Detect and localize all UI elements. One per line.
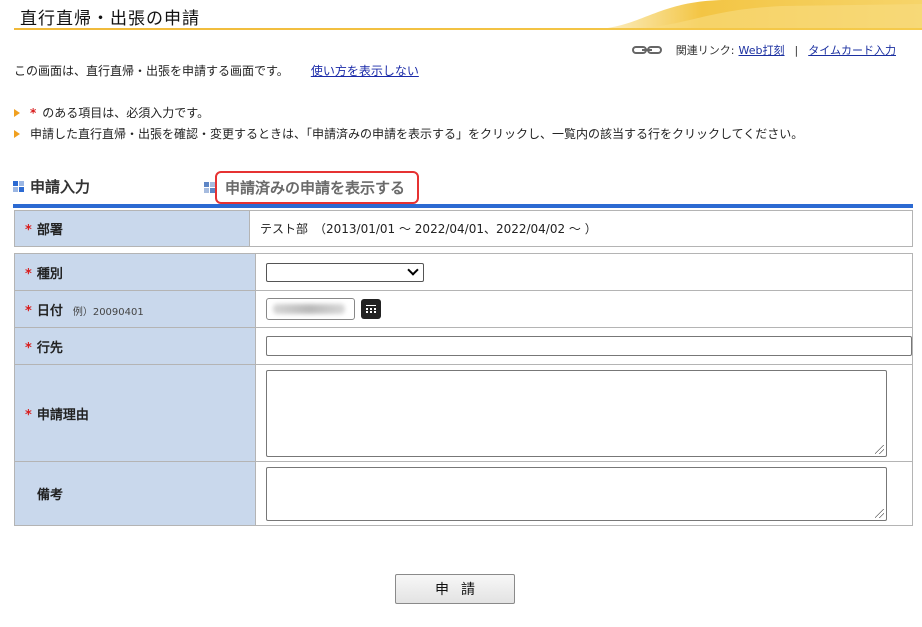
bullet-triangle-icon (14, 129, 20, 138)
bullet-triangle-icon (14, 108, 20, 117)
date-label: 日付 (36, 303, 63, 319)
chain-link-icon (631, 46, 662, 54)
remarks-row: 備考 (14, 461, 913, 526)
remarks-value-cell (255, 461, 913, 526)
reason-textarea[interactable] (266, 369, 887, 457)
destination-input[interactable] (266, 336, 912, 356)
required-mark: * (25, 223, 32, 238)
date-example: 例）20090401 (72, 306, 144, 318)
tab-grid-icon (13, 180, 24, 192)
destination-row: * 行先 (14, 327, 913, 365)
tab-show-submitted-label: 申請済みの申請を表示する (215, 171, 420, 204)
department-label-cell: * 部署 (14, 210, 250, 247)
resize-grip-icon[interactable] (875, 508, 884, 518)
intro-line: この画面は、直行直帰・出張を申請する画面です。 使い方を表示しない (14, 62, 419, 79)
required-mark: * (25, 407, 32, 423)
department-table: * 部署 テスト部 （2013/01/01 ～ 2022/04/01、2022/0… (14, 210, 913, 247)
remarks-label-cell: 備考 (14, 461, 256, 526)
hide-help-link[interactable]: 使い方を表示しない (311, 64, 419, 78)
note-required-text: のある項目は、必須入力です。 (42, 106, 210, 120)
destination-label: 行先 (36, 340, 63, 356)
destination-label-cell: * 行先 (14, 327, 256, 365)
submit-button[interactable]: 申請 (395, 574, 515, 604)
header-underline (14, 28, 922, 30)
tab-underline-bar (13, 204, 913, 208)
required-mark: * (25, 266, 32, 282)
tab-application-input-label: 申請入力 (30, 178, 91, 196)
type-select[interactable] (266, 262, 424, 282)
reason-label: 申請理由 (36, 407, 89, 423)
remarks-textarea[interactable] (266, 466, 887, 521)
date-value-cell (255, 290, 913, 328)
reason-value-cell (255, 364, 913, 462)
page-header: 直行直帰・出張の申請 (14, 0, 922, 31)
note-view-submitted: 申請した直行直帰・出張を確認・変更するときは、「申請済みの申請を表示する」をクリ… (14, 125, 803, 142)
type-label-cell: * 種別 (14, 253, 256, 291)
date-label-cell: * 日付 例）20090401 (14, 290, 256, 328)
reason-row: * 申請理由 (14, 364, 913, 462)
required-mark: * (25, 340, 32, 356)
header-swoosh-decoration (582, 0, 922, 30)
related-links: 関連リンク: Web打刻 | タイムカード入力 (631, 42, 896, 58)
tab-show-submitted[interactable]: 申請済みの申請を表示する (204, 171, 420, 204)
tab-application-input[interactable]: 申請入力 (13, 176, 90, 197)
note-view-submitted-text: 申請した直行直帰・出張を確認・変更するときは、「申請済みの申請を表示する」をクリ… (30, 127, 804, 141)
page-title: 直行直帰・出張の申請 (20, 9, 200, 29)
type-row: * 種別 (14, 253, 913, 291)
destination-value-cell (255, 327, 913, 365)
resize-grip-icon[interactable] (875, 444, 884, 454)
type-label: 種別 (36, 266, 63, 282)
note-required: * のある項目は、必須入力です。 (14, 104, 209, 121)
department-value: テスト部 （2013/01/01 ～ 2022/04/01、2022/04/02… (249, 210, 913, 247)
department-label: 部署 (36, 223, 63, 238)
remarks-label: 備考 (37, 488, 64, 503)
application-form: * 種別 * 日付 例）20090401 * 行先 * 申請理由 備考 (14, 253, 913, 526)
required-mark: * (30, 105, 37, 120)
type-value-cell (255, 253, 913, 291)
department-row: * 部署 テスト部 （2013/01/01 ～ 2022/04/01、2022/0… (14, 210, 913, 247)
web-clock-link[interactable]: Web打刻 (739, 42, 785, 58)
reason-label-cell: * 申請理由 (14, 364, 256, 462)
chevron-down-icon (407, 263, 419, 276)
timecard-link[interactable]: タイムカード入力 (808, 42, 896, 58)
date-input[interactable] (266, 298, 355, 320)
required-mark: * (25, 303, 32, 319)
calendar-icon[interactable] (361, 299, 381, 319)
related-links-label: 関連リンク: (675, 44, 735, 57)
date-row: * 日付 例）20090401 (14, 290, 913, 328)
date-input-redacted-value (273, 304, 345, 314)
intro-text: この画面は、直行直帰・出張を申請する画面です。 (14, 64, 289, 78)
link-separator: | (794, 43, 799, 57)
